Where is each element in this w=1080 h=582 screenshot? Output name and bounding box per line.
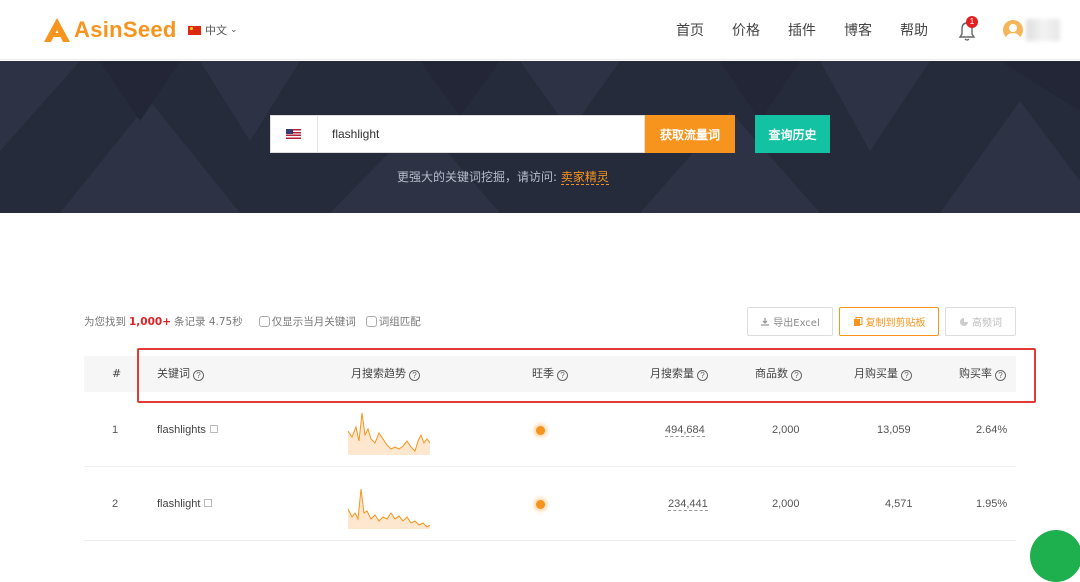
col-keyword-label: 关键词 bbox=[157, 367, 190, 380]
export-excel-label: 导出Excel bbox=[773, 318, 820, 329]
nav-home[interactable]: 首页 bbox=[676, 20, 704, 40]
season-indicator-icon[interactable] bbox=[536, 426, 545, 435]
nav-blog[interactable]: 博客 bbox=[844, 20, 872, 40]
pie-chart-icon bbox=[960, 317, 968, 326]
monthly-purchases: 13,059 bbox=[877, 424, 911, 436]
keyword-text: flashlights bbox=[157, 424, 206, 436]
keyword-link[interactable]: flashlights bbox=[157, 393, 218, 467]
result-summary: 为您找到 1,000+ 条记录 4.75秒 仅显示当月关键词 词组匹配 bbox=[84, 314, 421, 329]
hint-link[interactable]: 卖家精灵 bbox=[560, 170, 609, 185]
result-prefix: 为您找到 bbox=[84, 316, 126, 328]
help-icon[interactable]: ? bbox=[557, 370, 568, 381]
nav-pricing[interactable]: 价格 bbox=[732, 20, 760, 40]
high-frequency-label: 高频词 bbox=[972, 318, 1002, 329]
row-index: 1 bbox=[112, 424, 119, 436]
monthly-searches[interactable]: 234,441 bbox=[668, 467, 708, 541]
results-table-header: # 关键词? 月搜索趋势? 旺季? 月搜索量? 商品数? 月购买量? 购买率? bbox=[84, 356, 1016, 392]
chevron-down-icon: ⌄ bbox=[230, 25, 238, 35]
col-purchases-label: 月购买量 bbox=[854, 367, 898, 380]
current-month-checkbox[interactable]: 仅显示当月关键词 bbox=[258, 314, 356, 329]
season-indicator-icon[interactable] bbox=[536, 500, 545, 509]
main-nav: 首页 价格 插件 博客 帮助 bbox=[676, 20, 928, 40]
product-count: 2,000 bbox=[772, 498, 800, 510]
col-keyword[interactable]: 关键词? bbox=[157, 356, 204, 392]
language-selector[interactable]: 中文 ⌄ bbox=[188, 22, 238, 38]
nav-help[interactable]: 帮助 bbox=[900, 20, 928, 40]
table-row: 2 flashlight 234,441 2,000 4,571 1.95% bbox=[84, 467, 1016, 541]
col-trend-label: 月搜索趋势 bbox=[351, 367, 406, 380]
col-products-label: 商品数 bbox=[755, 367, 788, 380]
copy-to-clipboard-button[interactable]: 复制到剪贴板 bbox=[839, 307, 939, 336]
result-suffix: 条记录 4.75秒 bbox=[174, 316, 243, 328]
notification-badge: 1 bbox=[966, 16, 978, 28]
product-count: 2,000 bbox=[772, 424, 800, 436]
col-purchase-rate[interactable]: 购买率? bbox=[959, 356, 1006, 392]
phrase-match-checkbox[interactable]: 词组匹配 bbox=[365, 314, 421, 329]
col-index: # bbox=[112, 367, 122, 380]
help-icon[interactable]: ? bbox=[995, 370, 1006, 381]
help-icon[interactable]: ? bbox=[901, 370, 912, 381]
col-purchase-rate-label: 购买率 bbox=[959, 367, 992, 380]
top-navbar: AsinSeed 中文 ⌄ 首页 价格 插件 博客 帮助 1 bbox=[0, 0, 1080, 60]
col-season[interactable]: 旺季? bbox=[532, 356, 568, 392]
search-divider bbox=[317, 115, 318, 153]
help-icon[interactable]: ? bbox=[409, 370, 420, 381]
phrase-match-label: 词组匹配 bbox=[378, 316, 421, 328]
monthly-searches-value: 234,441 bbox=[668, 498, 708, 511]
avatar[interactable] bbox=[1003, 20, 1023, 40]
logo-mark-icon bbox=[44, 18, 70, 42]
logo-text: AsinSeed bbox=[74, 17, 177, 42]
export-excel-button[interactable]: 导出Excel bbox=[747, 307, 833, 336]
checkbox-icon[interactable] bbox=[258, 316, 270, 327]
hint-text: 更强大的关键词挖掘，请访问: bbox=[397, 170, 558, 184]
help-icon[interactable]: ? bbox=[791, 370, 802, 381]
trend-sparkline[interactable] bbox=[348, 483, 430, 529]
search-hero: flashlight 获取流量词 查询历史 更强大的关键词挖掘，请访问: 卖家精… bbox=[0, 61, 1080, 213]
col-searches-label: 月搜索量 bbox=[650, 367, 694, 380]
copy-icon bbox=[853, 316, 862, 326]
keyword-search-box[interactable]: flashlight bbox=[270, 115, 645, 153]
chat-widget-button[interactable] bbox=[1030, 530, 1080, 582]
us-flag-icon[interactable] bbox=[286, 129, 301, 139]
col-products[interactable]: 商品数? bbox=[755, 356, 802, 392]
col-trend[interactable]: 月搜索趋势? bbox=[351, 356, 420, 392]
table-row: 1 flashlights 494,684 2,000 13,059 2.64% bbox=[84, 393, 1016, 467]
nav-plugin[interactable]: 插件 bbox=[788, 20, 816, 40]
trend-sparkline[interactable] bbox=[348, 409, 430, 455]
col-season-label: 旺季 bbox=[532, 367, 554, 380]
current-month-label: 仅显示当月关键词 bbox=[271, 316, 356, 328]
keyword-text: flashlight bbox=[157, 498, 201, 510]
row-index: 2 bbox=[112, 498, 119, 510]
search-history-button[interactable]: 查询历史 bbox=[755, 115, 830, 153]
hero-hint: 更强大的关键词挖掘，请访问: 卖家精灵 bbox=[0, 168, 1006, 185]
result-count: 1,000+ bbox=[129, 315, 172, 328]
username-blurred[interactable] bbox=[1026, 19, 1060, 41]
purchase-rate: 2.64% bbox=[976, 424, 1008, 436]
monthly-searches-value: 494,684 bbox=[665, 424, 705, 437]
external-link-icon[interactable] bbox=[209, 425, 218, 433]
help-icon[interactable]: ? bbox=[697, 370, 708, 381]
purchase-rate: 1.95% bbox=[976, 498, 1008, 510]
checkbox-icon[interactable] bbox=[365, 316, 377, 327]
download-icon bbox=[761, 317, 770, 326]
high-frequency-words-button[interactable]: 高频词 bbox=[945, 307, 1016, 336]
monthly-purchases: 4,571 bbox=[885, 498, 913, 510]
get-keywords-button[interactable]: 获取流量词 bbox=[645, 115, 735, 153]
copy-label: 复制到剪贴板 bbox=[865, 318, 926, 329]
monthly-searches[interactable]: 494,684 bbox=[665, 393, 705, 467]
external-link-icon[interactable] bbox=[204, 499, 213, 507]
logo[interactable]: AsinSeed bbox=[42, 15, 177, 45]
help-icon[interactable]: ? bbox=[193, 370, 204, 381]
language-label: 中文 bbox=[205, 24, 227, 37]
col-searches[interactable]: 月搜索量? bbox=[650, 356, 708, 392]
keyword-link[interactable]: flashlight bbox=[157, 467, 213, 541]
search-input[interactable]: flashlight bbox=[332, 127, 379, 141]
col-purchases[interactable]: 月购买量? bbox=[854, 356, 912, 392]
china-flag-icon bbox=[188, 25, 201, 35]
